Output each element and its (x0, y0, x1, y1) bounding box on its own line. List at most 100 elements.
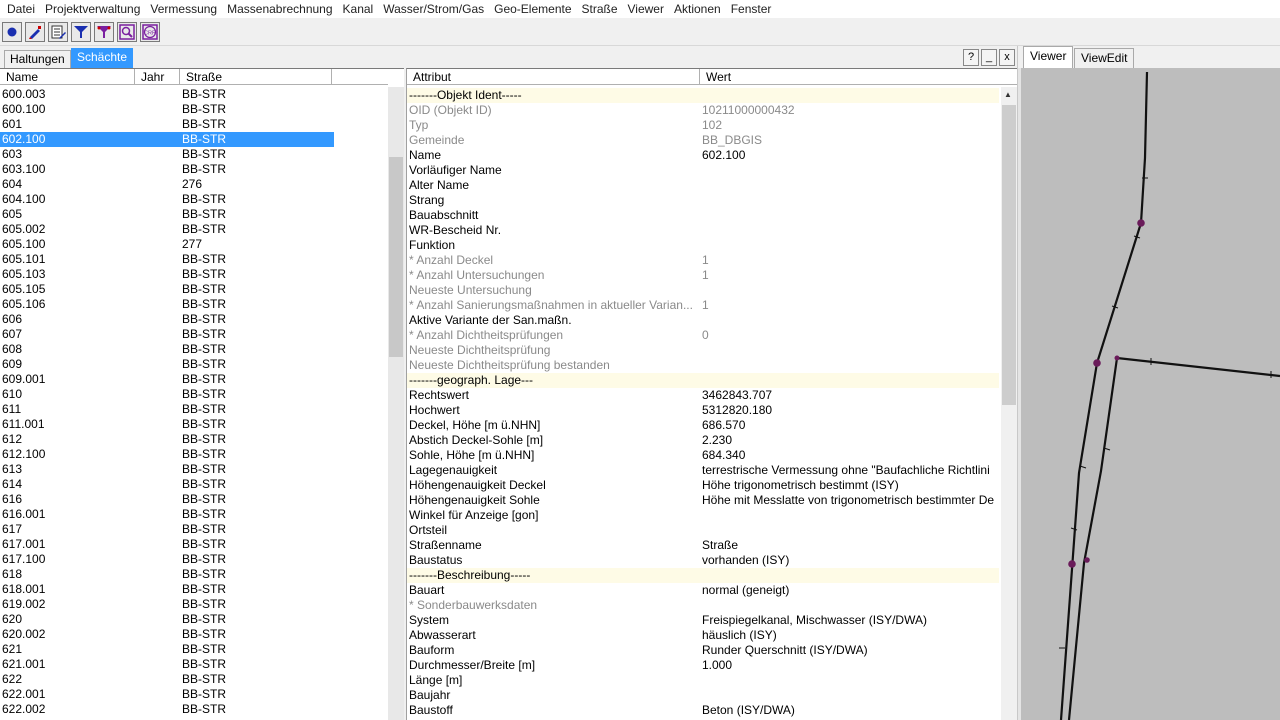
attribute-row[interactable]: Sohle, Höhe [m ü.NHN] 684.340 (407, 448, 999, 463)
manhole-marker[interactable] (1068, 560, 1076, 568)
attribute-row[interactable]: Höhengenauigkeit Sohle Höhe mit Messlatte… (407, 493, 999, 508)
attribute-row[interactable]: * Anzahl Deckel 1 (407, 253, 999, 268)
attribute-row[interactable]: Baustatus vorhanden (ISY) (407, 553, 999, 568)
attribute-row[interactable]: WR-Bescheid Nr. (407, 223, 999, 238)
crr-button[interactable]: CRR (140, 21, 160, 42)
attribute-row[interactable]: Aktive Variante der San.maßn. (407, 313, 999, 328)
attribute-row[interactable]: Winkel für Anzeige [gon] (407, 508, 999, 523)
column-header-name[interactable]: Name (0, 69, 135, 84)
column-header-attribut[interactable]: Attribut (407, 69, 700, 84)
tab-viewedit[interactable]: ViewEdit (1074, 48, 1135, 68)
table-row[interactable]: 622.001 BB-STR (0, 687, 388, 702)
table-row[interactable]: 608 BB-STR (0, 342, 388, 357)
table-row[interactable]: 606 BB-STR (0, 312, 388, 327)
attribute-row[interactable]: Baustoff Beton (ISY/DWA) (407, 703, 999, 718)
attribute-value[interactable]: häuslich (ISY) (702, 628, 999, 643)
menu-datei[interactable]: Datei (3, 1, 41, 17)
table-row[interactable]: 612.100 BB-STR (0, 447, 388, 462)
scroll-up-icon[interactable]: ▲ (1004, 90, 1012, 99)
attribute-value[interactable]: 5312820.180 (702, 403, 999, 418)
attribute-row[interactable]: Bauabschnitt (407, 208, 999, 223)
table-row[interactable]: 622 BB-STR (0, 672, 388, 687)
attribute-value[interactable]: 684.340 (702, 448, 999, 463)
table-row[interactable]: 607 BB-STR (0, 327, 388, 342)
tab-viewer[interactable]: Viewer (1023, 46, 1074, 68)
table-row[interactable]: 621.001 BB-STR (0, 657, 388, 672)
table-row[interactable]: 605.105 BB-STR (0, 282, 388, 297)
minimize-button[interactable]: _ (981, 49, 997, 66)
zoom-select-button[interactable] (117, 21, 137, 42)
sewer-line[interactable] (1116, 356, 1280, 378)
table-row[interactable]: 611.001 BB-STR (0, 417, 388, 432)
attribute-row[interactable]: * Anzahl Sanierungsmaßnahmen in aktuelle… (407, 298, 999, 313)
attribute-row[interactable]: Ortsteil (407, 523, 999, 538)
help-button[interactable]: ? (963, 49, 979, 66)
attribute-row[interactable]: Länge [m] (407, 673, 999, 688)
menu-kanal[interactable]: Kanal (339, 1, 380, 17)
table-row[interactable]: 617.001 BB-STR (0, 537, 388, 552)
sewer-line[interactable] (1059, 71, 1149, 720)
attribute-section-header[interactable]: -------Objekt Ident----- (407, 88, 999, 103)
attribute-row[interactable]: Funktion (407, 238, 999, 253)
table-row[interactable]: 621 BB-STR (0, 642, 388, 657)
table-row[interactable]: 614 BB-STR (0, 477, 388, 492)
table-row[interactable]: 620.002 BB-STR (0, 627, 388, 642)
table-row[interactable]: 609 BB-STR (0, 357, 388, 372)
attribute-value[interactable]: vorhanden (ISY) (702, 553, 999, 568)
table-row[interactable]: 609.001 BB-STR (0, 372, 388, 387)
attribute-row[interactable]: Straßenname Straße (407, 538, 999, 553)
attribute-row[interactable]: * Sonderbauwerksdaten (407, 598, 999, 613)
attribute-row[interactable]: Höhengenauigkeit Deckel Höhe trigonometri… (407, 478, 999, 493)
attribute-row[interactable]: OID (Objekt ID) 10211000000432 (407, 103, 999, 118)
list-scrollbar[interactable] (388, 87, 404, 720)
attribute-value[interactable]: 3462843.707 (702, 388, 999, 403)
table-row[interactable]: 605.101 BB-STR (0, 252, 388, 267)
attribute-row[interactable]: Typ 102 (407, 118, 999, 133)
attribute-row[interactable]: Deckel, Höhe [m ü.NHN] 686.570 (407, 418, 999, 433)
table-row[interactable]: 618 BB-STR (0, 567, 388, 582)
attribute-value[interactable]: 602.100 (702, 148, 999, 163)
attribute-row[interactable]: Neueste Dichtheitsprüfung (407, 343, 999, 358)
menu-wasser-strom-gas[interactable]: Wasser/Strom/Gas (379, 1, 490, 17)
map-viewer[interactable] (1021, 68, 1280, 720)
table-row[interactable]: 600.100 BB-STR (0, 102, 388, 117)
table-row[interactable]: 603 BB-STR (0, 147, 388, 162)
tab-haltungen[interactable]: Haltungen (4, 50, 71, 68)
menu-strasse[interactable]: Straße (578, 1, 624, 17)
attribute-value[interactable]: 686.570 (702, 418, 999, 433)
attribute-row[interactable]: Abstich Deckel-Sohle [m] 2.230 (407, 433, 999, 448)
menu-aktionen[interactable]: Aktionen (670, 1, 727, 17)
menu-viewer[interactable]: Viewer (624, 1, 670, 17)
attribute-row[interactable]: Gemeinde BB_DBGIS (407, 133, 999, 148)
tab-schaechte[interactable]: Schächte (71, 48, 134, 68)
attribute-value[interactable]: Straße (702, 538, 999, 553)
manhole-marker[interactable] (1093, 359, 1101, 367)
attribute-value[interactable]: normal (geneigt) (702, 583, 999, 598)
attribute-section-header[interactable]: -------geograph. Lage--- (407, 373, 999, 388)
table-row[interactable]: 605.103 BB-STR (0, 267, 388, 282)
column-header-jahr[interactable]: Jahr (135, 69, 180, 84)
table-row[interactable]: 618.001 BB-STR (0, 582, 388, 597)
attribute-row[interactable]: Bauform Runder Querschnitt (ISY/DWA) (407, 643, 999, 658)
menu-massenabrechnung[interactable]: Massenabrechnung (223, 1, 338, 17)
table-row[interactable]: 611 BB-STR (0, 402, 388, 417)
menu-geo-elemente[interactable]: Geo-Elemente (490, 1, 577, 17)
table-row[interactable]: 616 BB-STR (0, 492, 388, 507)
attribute-value[interactable]: 2.230 (702, 433, 999, 448)
attribute-scrollbar[interactable]: ▲ (1001, 87, 1017, 720)
attribute-row[interactable]: Strang (407, 193, 999, 208)
attribute-row[interactable]: Lagegenauigkeit terrestrische Vermessung … (407, 463, 999, 478)
manhole-marker[interactable] (1084, 557, 1090, 563)
attribute-value[interactable]: terrestrische Vermessung ohne "Baufachli… (702, 463, 999, 478)
table-row[interactable]: 612 BB-STR (0, 432, 388, 447)
attribute-value[interactable]: Höhe mit Messlatte von trigonometrisch b… (702, 493, 999, 508)
table-row[interactable]: 622.002 BB-STR (0, 702, 388, 717)
filter-button[interactable] (71, 21, 91, 42)
circle-dot-button[interactable] (2, 21, 22, 42)
attribute-value[interactable]: Runder Querschnitt (ISY/DWA) (702, 643, 999, 658)
edit-list-button[interactable] (48, 21, 68, 42)
table-row[interactable]: 605 BB-STR (0, 207, 388, 222)
attribute-value[interactable]: Höhe trigonometrisch bestimmt (ISY) (702, 478, 999, 493)
table-row[interactable]: 604 276 (0, 177, 388, 192)
attribute-row[interactable]: Bauart normal (geneigt) (407, 583, 999, 598)
